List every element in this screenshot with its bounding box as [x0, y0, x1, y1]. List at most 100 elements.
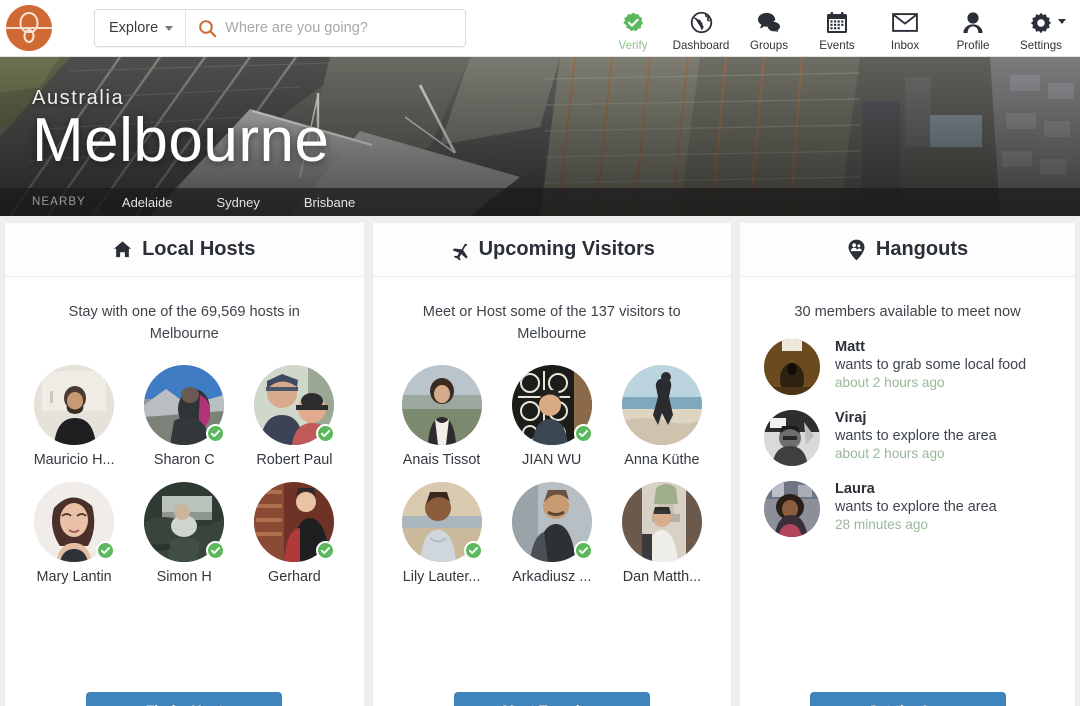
chevron-down-icon [165, 25, 174, 31]
meet-travelers-button[interactable]: Meet Travelers [453, 692, 650, 706]
top-navigation-bar: Explore Verify [0, 0, 1080, 57]
verified-badge-icon [573, 541, 593, 561]
nav-items: Verify Dashboard Groups Events Inbox Pro… [600, 5, 1080, 52]
hangout-item[interactable]: Laura wants to explore the area 28 minut… [764, 481, 1053, 538]
visitor-item[interactable]: Anais Tissot [387, 365, 497, 468]
hangout-message: wants to explore the area [835, 499, 997, 516]
couchsurfing-logo[interactable] [6, 5, 52, 51]
nav-item-events[interactable]: Events [804, 5, 870, 52]
nav-label-profile: Profile [956, 38, 990, 52]
speech-bubbles-icon [757, 10, 782, 36]
avatar-wrap [401, 482, 483, 563]
visitor-item[interactable]: JIAN WU [497, 365, 607, 468]
nav-item-inbox[interactable]: Inbox [872, 5, 938, 52]
verified-badge-icon [206, 424, 226, 444]
visitor-name: JIAN WU [522, 452, 582, 469]
nearby-city-adelaide[interactable]: Adelaide [122, 195, 173, 210]
verified-badge-icon [573, 424, 593, 444]
avatar-wrap [144, 365, 226, 446]
home-icon [113, 240, 132, 259]
hangout-timestamp: about 2 hours ago [835, 446, 945, 462]
avatar-wrap [511, 365, 593, 446]
host-name: Mary Lantin [36, 569, 112, 586]
hangout-name: Laura [835, 481, 875, 498]
host-item[interactable]: Mary Lantin [19, 482, 129, 585]
upcoming-visitors-cta-wrap: Meet Travelers [373, 692, 732, 706]
local-hosts-card: Local Hosts Stay with one of the 69,569 … [5, 223, 364, 706]
nearby-city-brisbane[interactable]: Brisbane [304, 195, 355, 210]
visitor-item[interactable]: Arkadiusz ... [497, 482, 607, 585]
avatar-wrap [34, 482, 116, 563]
host-name: Mauricio H... [33, 452, 115, 469]
avatar [34, 365, 115, 446]
hangout-text: Matt wants to grab some local food about… [835, 339, 1026, 390]
nav-label-inbox: Inbox [890, 38, 920, 52]
verified-badge-icon [316, 424, 336, 444]
host-item[interactable]: Robert Paul [239, 365, 349, 468]
nav-item-verify[interactable]: Verify [600, 5, 666, 52]
hangout-name: Viraj [835, 410, 867, 427]
nav-item-profile[interactable]: Profile [940, 5, 1006, 52]
search-input[interactable] [225, 10, 465, 46]
hangouts-subtitle: 30 members available to meet now [794, 304, 1021, 320]
envelope-icon [892, 10, 918, 36]
hangouts-title: Hangouts [875, 238, 969, 260]
hangouts-list: Matt wants to grab some local food about… [740, 323, 1075, 538]
visitor-item[interactable]: Lily Lauter... [387, 482, 497, 585]
get-the-app-button[interactable]: Get the App [809, 692, 1006, 706]
nav-item-dashboard[interactable]: Dashboard [668, 5, 734, 52]
city-hero-banner: Australia Melbourne NEARBY Adelaide Sydn… [0, 57, 1080, 216]
explore-label: Explore [109, 20, 159, 36]
host-item[interactable]: Mauricio H... [19, 365, 129, 468]
host-item[interactable]: Simon H [129, 482, 239, 585]
nearby-city-sydney[interactable]: Sydney [217, 195, 260, 210]
avatar-wrap [511, 482, 593, 563]
verified-badge-icon [206, 541, 226, 561]
visitor-name: Lily Lauter... [402, 569, 481, 586]
nav-item-groups[interactable]: Groups [736, 5, 802, 52]
host-name: Sharon C [153, 452, 215, 469]
upcoming-visitors-header: Upcoming Visitors [372, 223, 731, 277]
visitor-item[interactable]: Dan Matth... [607, 482, 717, 585]
explore-dropdown[interactable]: Explore [95, 10, 187, 46]
content-columns: Local Hosts Stay with one of the 69,569 … [0, 216, 1080, 706]
avatar-wrap [144, 482, 226, 563]
visitor-name: Arkadiusz ... [512, 569, 592, 586]
find-a-host-button[interactable]: Find a Host [86, 692, 283, 706]
local-hosts-cta-wrap: Find a Host [5, 692, 364, 706]
hangout-message: wants to grab some local food [835, 357, 1027, 374]
nav-label-dashboard: Dashboard [672, 38, 730, 52]
avatar [764, 339, 820, 396]
avatar-wrap [254, 365, 336, 446]
nav-label-settings: Settings [1020, 38, 1062, 52]
visitor-name: Anna Küthe [624, 452, 700, 469]
host-item[interactable]: Gerhard [239, 482, 349, 585]
avatar-wrap [621, 482, 702, 563]
visitor-name: Anais Tissot [402, 452, 481, 469]
hero-city-title: Melbourne [32, 106, 330, 175]
local-hosts-header: Local Hosts [5, 223, 364, 277]
map-pin-people-icon [847, 239, 866, 261]
globe-icon [690, 10, 713, 36]
upcoming-visitors-title: Upcoming Visitors [478, 238, 655, 260]
avatar-wrap [34, 365, 115, 446]
hangout-message: wants to explore the area [835, 428, 997, 445]
avatar-wrap [254, 482, 336, 563]
host-item[interactable]: Sharon C [129, 365, 239, 468]
nav-item-settings[interactable]: Settings [1008, 5, 1074, 52]
avatar [621, 482, 702, 563]
upcoming-visitors-card: Upcoming Visitors Meet or Host some of t… [372, 223, 732, 706]
nearby-label: NEARBY [32, 196, 86, 208]
hero-text: Australia Melbourne [32, 87, 329, 173]
hangout-item[interactable]: Matt wants to grab some local food about… [764, 339, 1053, 396]
upcoming-visitors-avatar-grid: Anais Tissot JIAN WU Anna Küthe Lily Lau… [373, 345, 732, 585]
hangouts-cta-wrap: Get the App [740, 692, 1075, 706]
visitor-item[interactable]: Anna Küthe [607, 365, 717, 468]
avatar [401, 365, 482, 446]
calendar-icon [826, 10, 848, 36]
host-name: Robert Paul [256, 452, 333, 469]
hangout-item[interactable]: Viraj wants to explore the area about 2 … [764, 410, 1053, 467]
hangouts-card: Hangouts 30 members available to meet no… [740, 223, 1075, 706]
host-name: Simon H [156, 569, 212, 586]
hangout-timestamp: 28 minutes ago [835, 517, 928, 533]
